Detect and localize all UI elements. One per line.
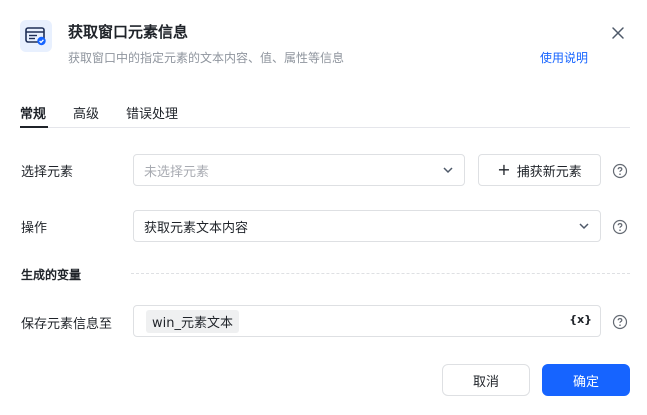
tab-general[interactable]: 常规 xyxy=(20,103,46,122)
close-button[interactable] xyxy=(608,23,628,43)
capture-element-button[interactable]: + 捕获新元素 xyxy=(478,154,601,186)
tab-bar: 常规 高级 错误处理 xyxy=(20,103,205,122)
help-icon[interactable] xyxy=(612,163,628,179)
save-to-label: 保存元素信息至 xyxy=(21,317,113,332)
output-variable-field[interactable]: win_元素文本 {x} xyxy=(133,305,601,337)
help-icon[interactable] xyxy=(612,219,628,235)
section-divider xyxy=(131,273,630,274)
cancel-button[interactable]: 取消 xyxy=(442,364,530,396)
output-section-title: 生成的变量 xyxy=(21,268,82,282)
operation-value: 获取元素文本内容 xyxy=(144,220,249,236)
variable-insert-button[interactable]: {x} xyxy=(569,313,592,326)
dialog-subtitle: 获取窗口中的指定元素的文本内容、值、属性等信息 xyxy=(68,51,345,65)
variable-chip[interactable]: win_元素文本 xyxy=(146,309,239,333)
help-icon[interactable] xyxy=(612,314,628,330)
chevron-down-icon xyxy=(579,223,589,230)
element-select-placeholder: 未选择元素 xyxy=(144,164,210,180)
select-element-label: 选择元素 xyxy=(21,165,74,180)
plus-icon: + xyxy=(497,160,511,179)
close-icon xyxy=(612,27,624,39)
operation-select[interactable]: 获取元素文本内容 xyxy=(133,210,601,242)
operation-label: 操作 xyxy=(21,221,48,236)
confirm-button[interactable]: 确定 xyxy=(542,364,630,396)
tab-error-handling[interactable]: 错误处理 xyxy=(126,103,178,122)
tabs-divider xyxy=(20,127,630,128)
capture-element-label: 捕获新元素 xyxy=(516,164,582,180)
chevron-down-icon xyxy=(443,167,453,174)
window-element-info-icon xyxy=(20,20,52,52)
element-select[interactable]: 未选择元素 xyxy=(133,154,465,186)
tab-advanced[interactable]: 高级 xyxy=(73,103,99,122)
help-link[interactable]: 使用说明 xyxy=(540,49,588,66)
dialog-title: 获取窗口元素信息 xyxy=(68,23,189,41)
active-tab-indicator xyxy=(20,126,48,128)
